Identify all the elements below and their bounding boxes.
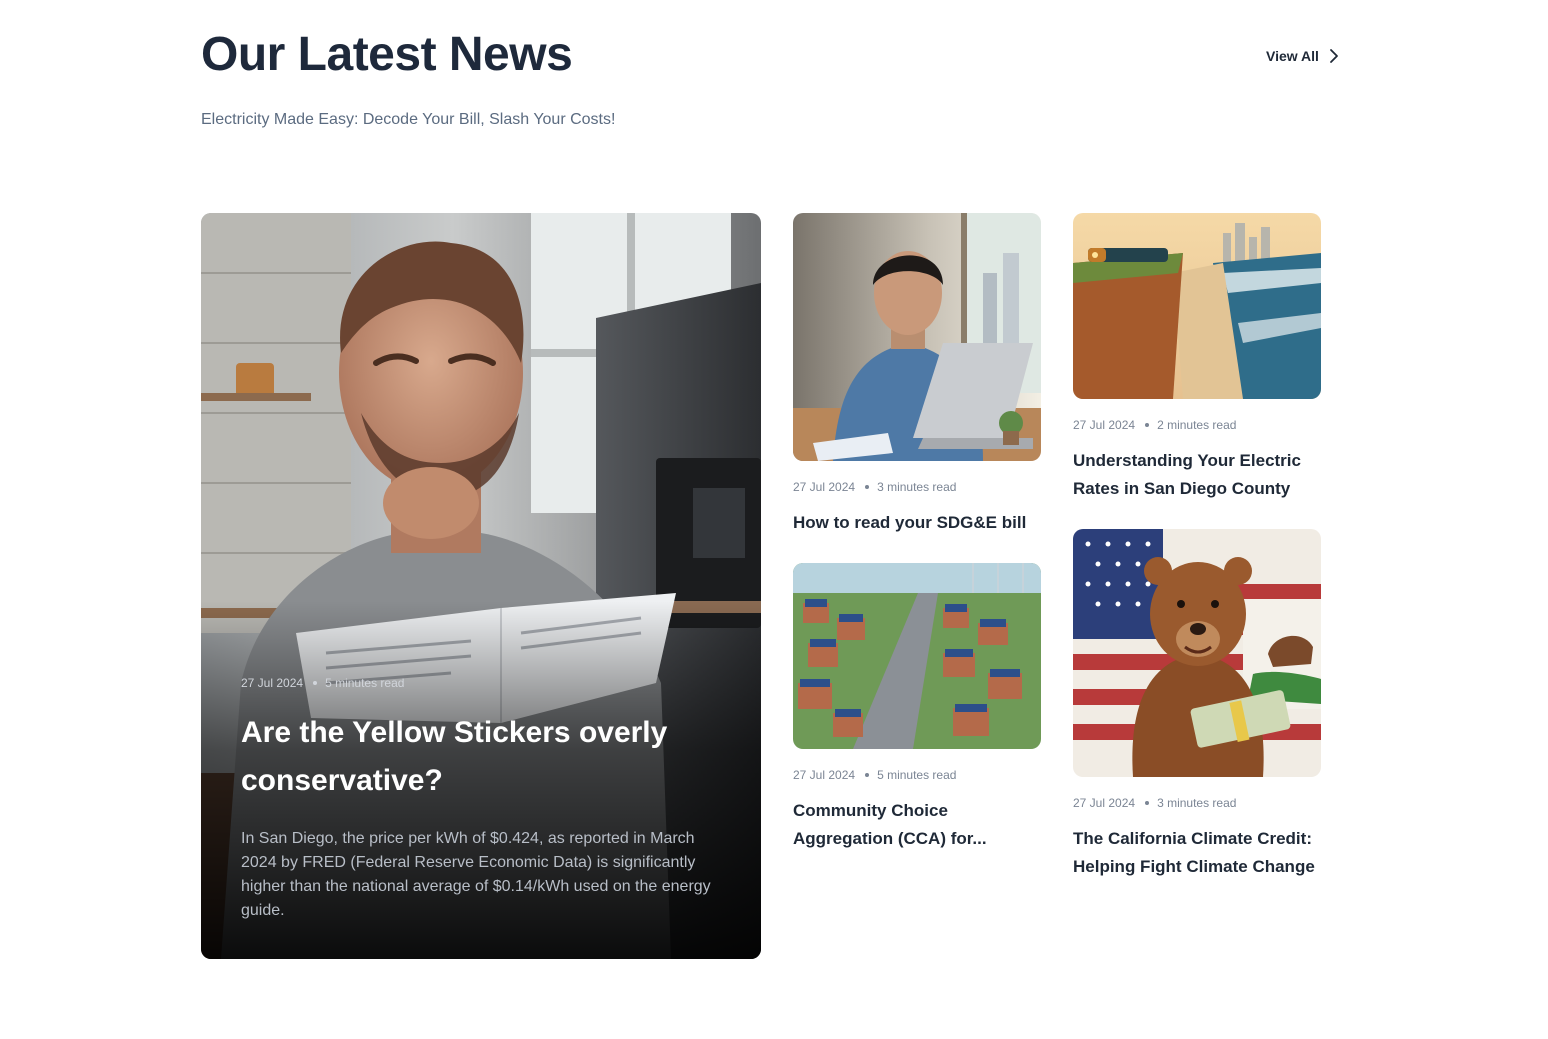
article-card[interactable]: 27 Jul 2024 5 minutes read Community Cho…: [793, 563, 1041, 853]
meta-separator-dot: [313, 681, 318, 685]
article-meta: 27 Jul 2024 2 minutes read: [1073, 417, 1321, 433]
article-title[interactable]: Understanding Your Electric Rates in San…: [1073, 447, 1321, 503]
article-title[interactable]: The California Climate Credit: Helping F…: [1073, 825, 1321, 881]
article-title[interactable]: Community Choice Aggregation (CCA) for..…: [793, 797, 1041, 853]
bear-with-money-image: [1073, 529, 1321, 777]
featured-meta: 27 Jul 2024 5 minutes read: [241, 675, 721, 691]
article-read-time: 5 minutes read: [877, 768, 957, 782]
article-date: 27 Jul 2024: [793, 480, 856, 494]
chevron-right-icon: [1330, 49, 1338, 63]
article-card[interactable]: 27 Jul 2024 3 minutes read How to read y…: [793, 213, 1041, 537]
featured-content: 27 Jul 2024 5 minutes read Are the Yello…: [241, 675, 721, 923]
view-all-label: View All: [1266, 48, 1319, 64]
article-card[interactable]: 27 Jul 2024 3 minutes read The Californi…: [1073, 529, 1321, 881]
article-meta: 27 Jul 2024 5 minutes read: [793, 767, 1041, 783]
article-meta: 27 Jul 2024 3 minutes read: [1073, 795, 1321, 811]
article-read-time: 2 minutes read: [1157, 418, 1237, 432]
meta-separator-dot: [865, 773, 870, 777]
article-date: 27 Jul 2024: [1073, 418, 1136, 432]
coastal-train-image: [1073, 213, 1321, 399]
featured-title[interactable]: Are the Yellow Stickers overly conservat…: [241, 709, 721, 805]
featured-excerpt: In San Diego, the price per kWh of $0.42…: [241, 830, 711, 919]
article-date: 27 Jul 2024: [1073, 796, 1136, 810]
meta-separator-dot: [865, 485, 870, 489]
article-card[interactable]: 27 Jul 2024 2 minutes read Understanding…: [1073, 213, 1321, 503]
solar-neighborhood-image: [793, 563, 1041, 749]
article-meta: 27 Jul 2024 3 minutes read: [793, 479, 1041, 495]
featured-read-time: 5 minutes read: [325, 676, 405, 690]
view-all-link[interactable]: View All: [1266, 44, 1339, 68]
section-subtitle: Electricity Made Easy: Decode Your Bill,…: [201, 111, 616, 128]
article-title[interactable]: How to read your SDG&E bill: [793, 509, 1041, 537]
section-title: Our Latest News: [201, 28, 573, 81]
meta-separator-dot: [1145, 423, 1150, 427]
article-read-time: 3 minutes read: [877, 480, 957, 494]
article-date: 27 Jul 2024: [793, 768, 856, 782]
featured-date: 27 Jul 2024: [241, 676, 304, 690]
article-read-time: 3 minutes read: [1157, 796, 1237, 810]
featured-article-card[interactable]: 27 Jul 2024 5 minutes read Are the Yello…: [201, 213, 761, 959]
meta-separator-dot: [1145, 801, 1150, 805]
man-at-laptop-image: [793, 213, 1041, 461]
